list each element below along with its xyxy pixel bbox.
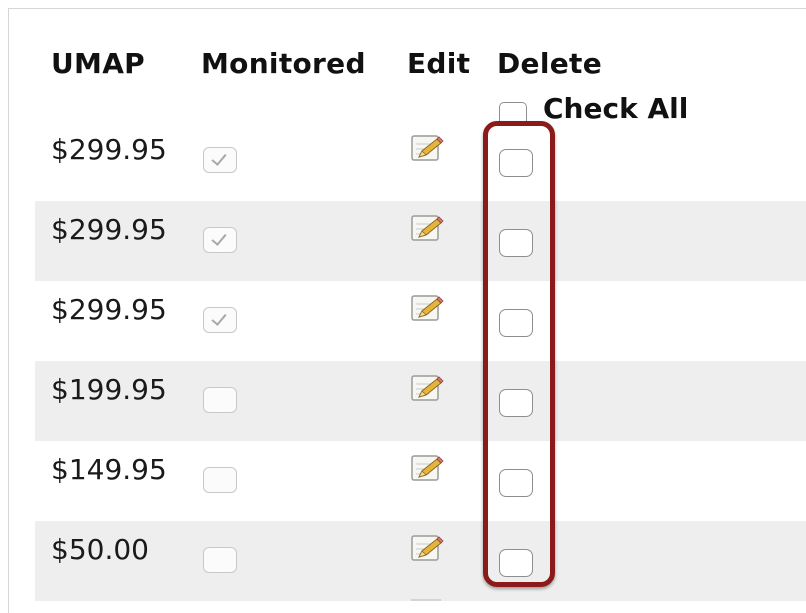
table-row: $50.00	[35, 521, 806, 601]
monitored-checkbox	[203, 147, 237, 173]
table-row: $199.95	[35, 361, 806, 441]
delete-checkbox[interactable]	[499, 309, 533, 337]
umap-price: $299.95	[51, 293, 167, 326]
monitored-checkbox	[203, 467, 237, 493]
umap-price: $149.95	[51, 453, 167, 486]
delete-checkbox[interactable]	[499, 149, 533, 177]
edit-pencil-icon[interactable]	[411, 535, 445, 565]
umap-price: $299.95	[51, 213, 167, 246]
column-header-delete: Delete	[497, 47, 602, 80]
edit-pencil-icon[interactable]	[411, 455, 445, 485]
edit-pencil-icon[interactable]	[411, 375, 445, 405]
monitored-checkbox	[203, 387, 237, 413]
monitored-checkbox	[203, 307, 237, 333]
edit-pencil-icon[interactable]	[411, 215, 445, 245]
column-header-umap: UMAP	[51, 47, 145, 80]
edit-pencil-icon[interactable]	[411, 295, 445, 325]
umap-price: $199.95	[51, 373, 167, 406]
table-row: $149.95	[35, 441, 806, 521]
table-row: $299.95	[35, 121, 806, 201]
table-row: $299.95	[35, 281, 806, 361]
delete-checkbox[interactable]	[499, 229, 533, 257]
edit-icon-partial	[411, 599, 441, 613]
delete-checkbox[interactable]	[499, 469, 533, 497]
umap-price: $299.95	[51, 133, 167, 166]
column-header-edit: Edit	[407, 47, 471, 80]
delete-checkbox[interactable]	[499, 549, 533, 577]
umap-price: $50.00	[51, 533, 149, 566]
monitored-checkbox	[203, 227, 237, 253]
listing-table: UMAP Monitored Edit Delete Check All $29…	[8, 8, 806, 613]
delete-checkbox[interactable]	[499, 389, 533, 417]
monitored-checkbox	[203, 547, 237, 573]
edit-pencil-icon[interactable]	[411, 135, 445, 165]
column-header-monitored: Monitored	[201, 47, 366, 80]
table-row: $299.95	[35, 201, 806, 281]
